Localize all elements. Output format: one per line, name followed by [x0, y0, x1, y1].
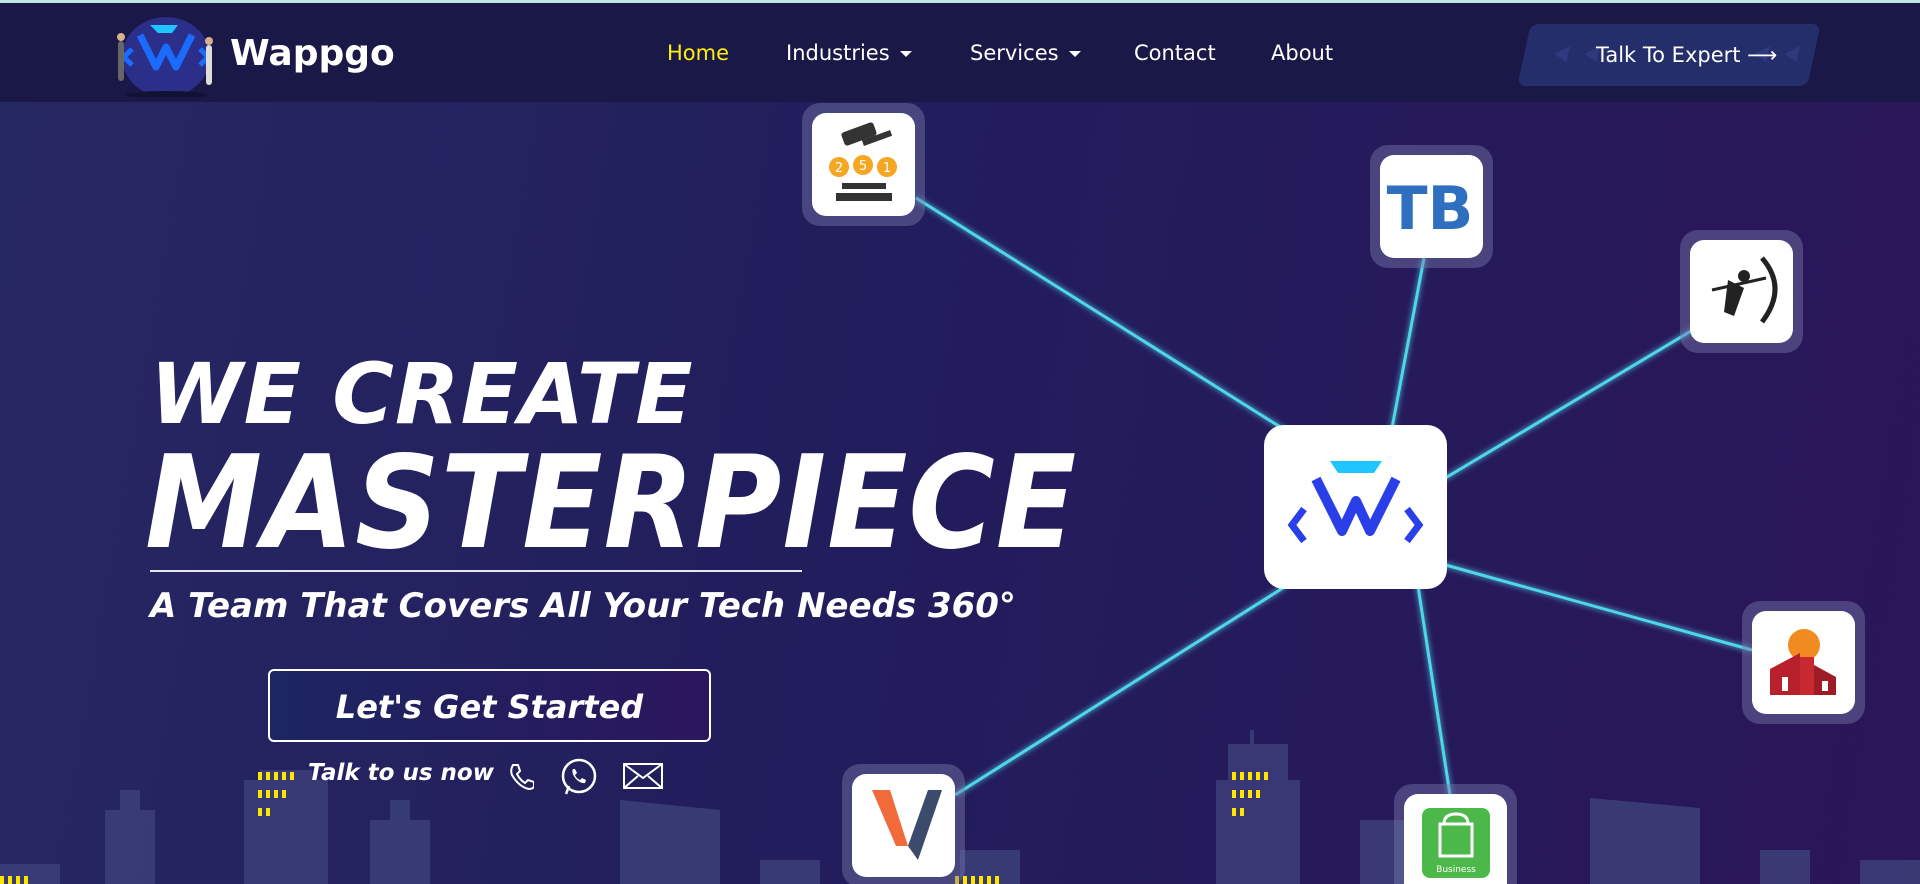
svg-text:5: 5 — [859, 159, 867, 174]
archer-app-node[interactable] — [1680, 230, 1803, 353]
tb-app-node[interactable]: TB — [1370, 145, 1493, 268]
mail-icon[interactable] — [622, 762, 664, 790]
v-app-icon — [872, 790, 942, 860]
v-app-node[interactable] — [842, 764, 965, 884]
svg-text:2: 2 — [835, 161, 843, 176]
hero-subtitle: A Team That Covers All Your Tech Needs 3… — [150, 586, 1016, 626]
business-bag-app-icon: Business — [1422, 808, 1490, 878]
auction-app-node[interactable]: 2 5 1 — [802, 103, 925, 226]
brand-name[interactable]: Wappgo — [230, 33, 395, 74]
nav-about[interactable]: About — [1271, 41, 1333, 65]
tb-app-icon: TB — [1387, 174, 1474, 244]
archer-app-icon — [1711, 256, 1778, 324]
hero-heading-line2: MASTERPIECE — [145, 429, 1078, 578]
site-header: Wappgo Home Industries Services Contact … — [0, 3, 1920, 102]
hero-divider — [150, 570, 802, 572]
nav-home[interactable]: Home — [667, 41, 729, 65]
talk-to-expert-label[interactable]: Talk To Expert ⟶ — [1596, 43, 1777, 67]
svg-text:Business: Business — [1436, 865, 1476, 875]
chevron-down-icon — [1068, 51, 1081, 57]
svg-text:TB: TB — [1387, 174, 1474, 244]
wappgo-logo-icon[interactable] — [110, 11, 220, 97]
get-started-label[interactable]: Let's Get Started — [270, 688, 709, 726]
nav-industries[interactable]: Industries — [786, 41, 912, 65]
business-bag-app-node[interactable]: Business — [1394, 784, 1517, 884]
talk-to-us-label: Talk to us now — [308, 760, 494, 786]
real-estate-app-node[interactable] — [1742, 601, 1865, 724]
auction-app-icon: 2 5 1 — [829, 122, 897, 201]
get-started-button[interactable]: Let's Get Started — [268, 669, 711, 742]
wappgo-logo-icon — [1287, 461, 1424, 544]
whatsapp-icon[interactable] — [558, 756, 600, 798]
chevron-down-icon — [899, 51, 912, 57]
svg-text:1: 1 — [883, 161, 891, 176]
phone-icon[interactable] — [508, 762, 534, 790]
real-estate-app-icon — [1770, 629, 1836, 695]
nav-services[interactable]: Services — [970, 41, 1081, 65]
nav-contact[interactable]: Contact — [1134, 41, 1216, 65]
network-hub-logo[interactable] — [1264, 425, 1447, 589]
hero-heading-line1: WE CREATE — [150, 345, 694, 443]
